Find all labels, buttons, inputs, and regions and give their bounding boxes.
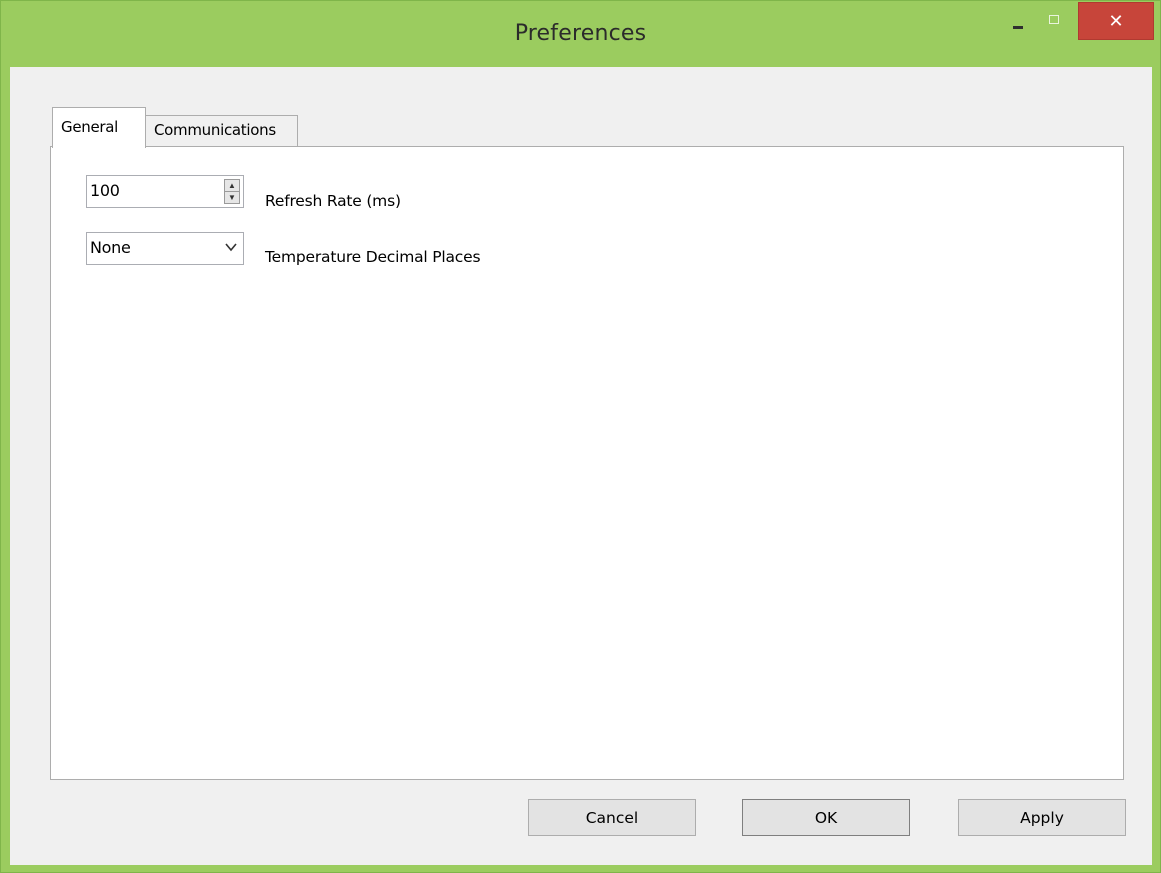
chevron-down-icon[interactable]	[224, 240, 238, 254]
stepper-down-icon[interactable]: ▼	[225, 192, 239, 203]
title-bar[interactable]: Preferences ✕	[1, 1, 1160, 67]
tab-general[interactable]: General	[52, 107, 146, 148]
minimize-button[interactable]	[1003, 2, 1033, 42]
maximize-button[interactable]	[1039, 2, 1069, 42]
tab-general-label: General	[61, 118, 119, 136]
ok-button[interactable]: OK	[742, 799, 910, 836]
temperature-decimals-select[interactable]: None	[86, 232, 244, 265]
apply-button[interactable]: Apply	[958, 799, 1126, 836]
minimize-icon	[1013, 25, 1023, 29]
refresh-rate-stepper[interactable]: 100 ▲ ▼	[86, 175, 244, 208]
dialog-body: General Communications 100 ▲ ▼ Refresh R…	[10, 67, 1152, 865]
stepper-arrows: ▲ ▼	[224, 179, 240, 204]
tab-communications[interactable]: Communications	[146, 115, 298, 147]
maximize-icon	[1049, 14, 1059, 24]
stepper-up-icon[interactable]: ▲	[225, 180, 239, 192]
tab-communications-label: Communications	[154, 121, 276, 139]
cancel-button[interactable]: Cancel	[528, 799, 696, 836]
refresh-rate-value[interactable]: 100	[90, 181, 120, 200]
window-title: Preferences	[514, 21, 647, 46]
close-button[interactable]: ✕	[1078, 2, 1154, 40]
preferences-window: Preferences ✕ General Communications 100…	[0, 0, 1161, 873]
close-icon: ✕	[1108, 10, 1124, 32]
refresh-rate-label: Refresh Rate (ms)	[265, 192, 401, 210]
temperature-decimals-label: Temperature Decimal Places	[265, 248, 481, 266]
general-tab-panel: 100 ▲ ▼ Refresh Rate (ms) None Temperatu…	[50, 146, 1124, 780]
temperature-decimals-value: None	[90, 238, 131, 257]
